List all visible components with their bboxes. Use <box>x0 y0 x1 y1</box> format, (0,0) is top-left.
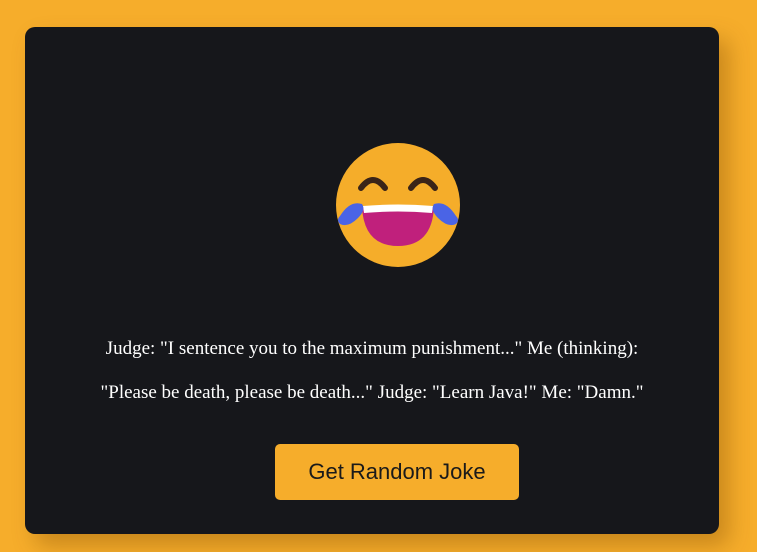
joke-line-1: Judge: "I sentence you to the maximum pu… <box>105 338 639 359</box>
get-random-joke-button[interactable]: Get Random Joke <box>275 444 519 500</box>
joke-card: Judge: "I sentence you to the maximum pu… <box>25 27 719 534</box>
joke-line-2: "Please be death, please be death..." Ju… <box>100 382 644 403</box>
laughing-emoji-icon <box>328 142 468 272</box>
joke-text: Judge: "I sentence you to the maximum pu… <box>25 327 719 415</box>
